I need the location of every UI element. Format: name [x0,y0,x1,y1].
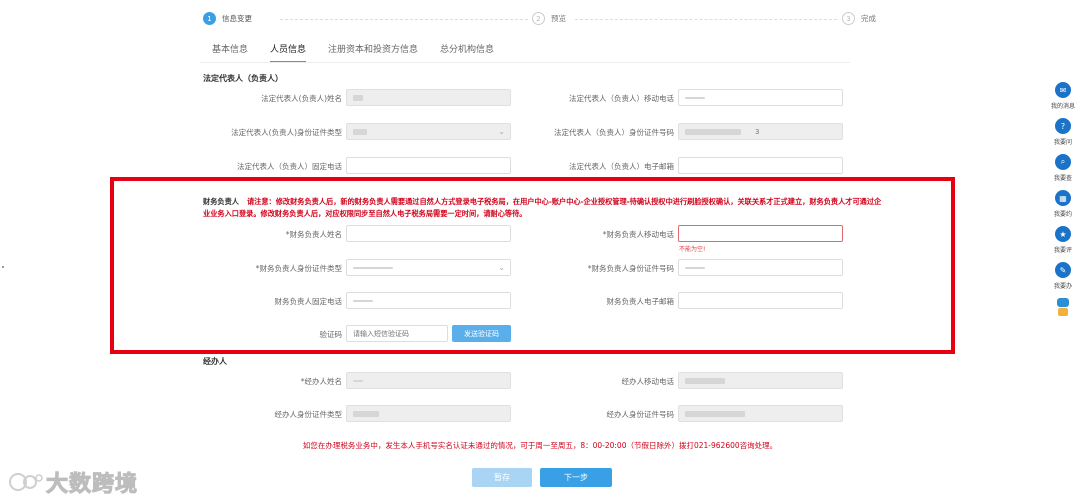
watermark-logo-icon [9,473,43,491]
legal-rep-id-number-label: 法定代表人（负责人）身份证件号码 [554,128,674,137]
sidebar-item-label: 我要查 [1053,175,1072,182]
sidebar-item-label: 我要问 [1053,139,1072,146]
finance-notice: 财务负责人 请注意：修改财务负责人后，新的财务负责人需要通过自然人方式登录电子税务… [203,196,883,220]
search-icon: ⌕ [1055,154,1071,170]
finance-id-type-select[interactable]: ⌄ [346,259,511,276]
agent-id-type-label: 经办人身份证件类型 [274,410,343,419]
tab-capital-investor-info[interactable]: 注册资本和投资方信息 [328,42,418,63]
agent-mobile-label: 经办人移动电话 [621,377,675,386]
legal-rep-id-type-label: 法定代表人(负责人)身份证件类型 [231,128,342,137]
finance-mobile-error: 不能为空! [679,246,706,253]
agent-id-type-field [346,405,511,422]
legal-rep-email-label: 法定代表人（负责人）电子邮箱 [569,162,674,171]
agent-id-number-label: 经办人身份证件号码 [606,410,675,419]
sidebar-item-label: 我要约 [1053,211,1072,218]
legal-rep-id-type-select: ⌄ [346,123,511,140]
calendar-icon: ▦ [1055,190,1071,206]
save-draft-button[interactable]: 暂存 [472,468,532,487]
step-info-change: 1 信息变更 [203,12,252,25]
finance-section-title: 财务负责人 [203,197,239,206]
verification-code-label: 验证码 [319,330,343,339]
tab-branch-info[interactable]: 总分机构信息 [440,42,494,63]
sidebar-item-review[interactable]: ★ 我要评 [1046,226,1080,262]
id-number-suffix: 3 [755,127,760,136]
tab-basic-info[interactable]: 基本信息 [212,42,248,63]
step-divider [575,19,837,20]
finance-name-field[interactable] [346,225,511,242]
review-icon: ★ [1055,226,1071,242]
legal-rep-mobile-label: 法定代表人（负责人）移动电话 [569,94,674,103]
finance-notice-text: 请注意：修改财务负责人后，新的财务负责人需要通过自然人方式登录电子税务局，在用户… [203,197,882,218]
chevron-down-icon: ⌄ [498,263,505,272]
tab-personnel-info[interactable]: 人员信息 [270,42,307,63]
legal-rep-name-field [346,89,511,106]
finance-mobile-field[interactable] [678,225,843,242]
agent-mobile-field [678,372,843,389]
step-number: 3 [842,12,855,25]
agent-section-title: 经办人 [203,357,227,366]
step-complete: 3 完成 [842,12,876,25]
legal-rep-landline-label: 法定代表人（负责人）固定电话 [237,162,342,171]
chevron-down-icon: ⌄ [498,127,505,136]
message-icon: ✉ [1055,82,1071,98]
sidebar-item-query[interactable]: ⌕ 我要查 [1046,154,1080,190]
tab-bar: 基本信息 人员信息 注册资本和投资方信息 总分机构信息 [200,42,516,63]
finance-landline-field[interactable] [346,292,511,309]
help-notice: 如您在办理税务业务中，发生本人手机号实名认证未通过的情况，可于周一至周五，8：0… [302,441,778,450]
edit-icon: ✎ [1055,262,1071,278]
watermark-text: 大数跨境 [45,472,139,498]
agent-name-field [346,372,511,389]
legal-rep-mobile-field[interactable] [678,89,843,106]
sidebar-item-handle[interactable]: ✎ 我要办 [1046,262,1080,298]
finance-landline-label: 财务负责人固定电话 [274,297,343,306]
finance-id-number-label: *财务负责人身份证件号码 [587,264,674,273]
step-preview: 2 预览 [532,12,566,25]
tab-divider [200,62,850,63]
legal-rep-id-number-field: 3 [678,123,843,140]
sidebar-item-label: 我要办 [1053,283,1072,290]
progress-stepper: 1 信息变更 2 预览 3 完成 [200,12,880,28]
verification-code-input[interactable] [346,325,448,342]
agent-name-label: *经办人姓名 [300,377,342,386]
step-number: 1 [203,12,216,25]
sidebar-item-appointment[interactable]: ▦ 我要约 [1046,190,1080,226]
sidebar-item-messages[interactable]: ✉ 我的消息 [1046,82,1080,118]
step-divider [280,19,528,20]
legal-rep-section-title: 法定代表人（负责人） [203,74,283,83]
right-sidebar: ✉ 我的消息 ? 我要问 ⌕ 我要查 ▦ 我要约 ★ 我要评 ✎ 我要办 [1046,82,1080,318]
legal-rep-landline-field[interactable] [346,157,511,174]
legal-rep-name-label: 法定代表人(负责人)姓名 [261,94,342,103]
finance-email-field[interactable] [678,292,843,309]
finance-email-label: 财务负责人电子邮箱 [606,297,675,306]
question-icon: ? [1055,118,1071,134]
next-step-button[interactable]: 下一步 [540,468,612,487]
legal-rep-email-field[interactable] [678,157,843,174]
agent-id-number-field [678,405,843,422]
step-number: 2 [532,12,545,25]
finance-id-number-field[interactable] [678,259,843,276]
send-code-button[interactable]: 发送验证码 [452,325,511,342]
assistant-robot-icon[interactable] [1055,298,1071,318]
finance-name-label: *财务负责人姓名 [285,230,342,239]
step-label: 完成 [861,14,876,23]
sidebar-item-ask[interactable]: ? 我要问 [1046,118,1080,154]
watermark: 大数跨境 [8,466,138,498]
finance-mobile-label: *财务负责人移动电话 [602,230,674,239]
finance-id-type-label: *财务负责人身份证件类型 [255,264,342,273]
sidebar-item-label: 我的消息 [1050,103,1075,110]
page-edge-marker [2,266,4,268]
step-label: 预览 [551,14,566,23]
step-label: 信息变更 [222,14,252,23]
sidebar-item-label: 我要评 [1053,247,1072,254]
